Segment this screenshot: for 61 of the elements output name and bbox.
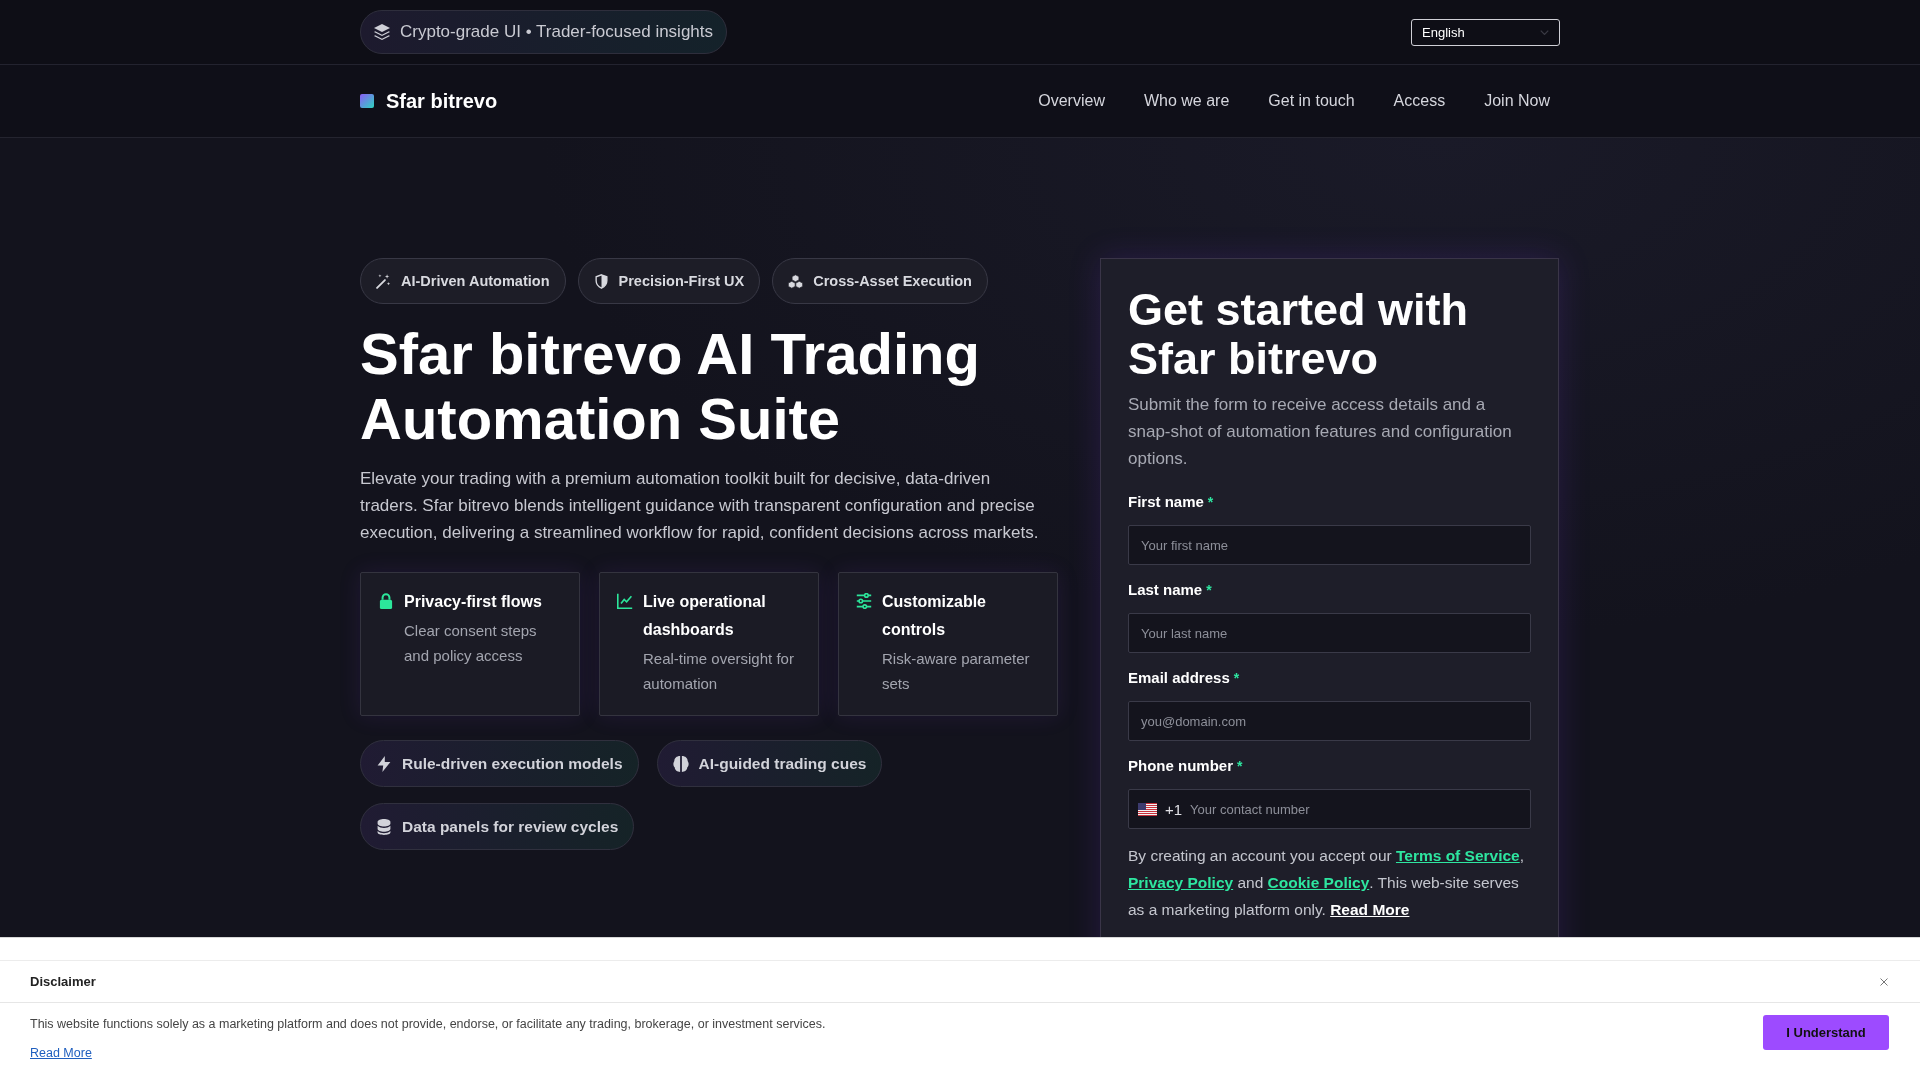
consent-text: By creating an account you accept our Terms of Service, Privacy Policy and Cookie Policy. This web-site serves as a marketing platform only. Read More: [1128, 846, 1526, 920]
logo-icon: [360, 94, 374, 108]
policy-link[interactable]: Privacy Policy: [1128, 874, 1234, 891]
required-mark: *: [1237, 757, 1243, 776]
policy-link[interactable]: Terms of Service: [1395, 847, 1520, 864]
database-icon: [376, 818, 392, 835]
dial-code: +1: [1165, 800, 1183, 818]
line-chart-icon: [617, 593, 633, 609]
feature-description: Real-time oversight for automation: [643, 649, 795, 694]
nav-link[interactable]: Join Now: [1474, 86, 1560, 116]
read-more-link[interactable]: Read More: [1330, 901, 1410, 918]
badge-label: AI-Driven Automation: [401, 273, 550, 289]
feature-description: Clear consent steps and policy access: [404, 621, 538, 666]
nav-link[interactable]: Access: [1383, 86, 1456, 116]
language-select[interactable]: English: [1411, 18, 1560, 46]
required-mark: *: [1207, 493, 1214, 512]
shield-icon: [593, 273, 609, 289]
nav-link[interactable]: Overview: [1028, 86, 1115, 116]
required-mark: *: [1233, 669, 1240, 688]
feature-title: Privacy-first flows: [404, 592, 543, 612]
tagline-text: Crypto-grade UI • Trader-focused insights: [400, 22, 714, 42]
flag-icon[interactable]: [1138, 802, 1157, 816]
brand-name[interactable]: Sfar bitrevo: [386, 89, 498, 113]
policy-link[interactable]: Cookie Policy: [1267, 874, 1370, 891]
wand-sparkles-icon: [376, 273, 391, 289]
brain-icon: [672, 755, 689, 772]
nav-link[interactable]: Get in touch: [1258, 86, 1365, 116]
field-label: Last name: [1128, 580, 1203, 600]
disclaimer-title: Disclaimer: [30, 974, 96, 989]
chip-label: AI-guided trading cues: [698, 754, 867, 773]
email-input[interactable]: you@domain.com: [1128, 701, 1531, 741]
form-title: Get started with Sfar bitrevo: [1128, 285, 1470, 383]
feature-title: Customizable controls: [882, 592, 987, 640]
sliders-icon: [856, 593, 872, 609]
form-subtitle: Submit the form to receive access details and a snap-shot of automation features and configuration options.: [1128, 394, 1513, 470]
field-label: First name: [1128, 492, 1204, 512]
name-input[interactable]: Your first name: [1128, 525, 1531, 565]
hero-description: Elevate your trading with a premium automation toolkit built for decisive, data-driven traders. Sfar bitrevo blends intelligent guidance with transparent configuration and precise execution, delivering a streamlined workflow for rapid, confident decisions across markets.: [360, 468, 1040, 544]
disclaimer-text: This website functions solely as a marketing platform and does not provide, endorse, or facilitate any trading, brokerage, or investment services.: [30, 1016, 826, 1032]
chevron-down-icon: [1540, 29, 1549, 35]
lightning-bolt-icon: [376, 755, 392, 772]
phone-number-input[interactable]: Your contact number: [1190, 801, 1521, 817]
read-more-link[interactable]: Read More: [30, 1045, 92, 1061]
cubes-icon: [788, 273, 804, 289]
chip-label: Data panels for review cycles: [402, 817, 619, 836]
feature-title: Live operational dashboards: [643, 592, 767, 640]
name-input[interactable]: Your last name: [1128, 613, 1531, 653]
understand-button[interactable]: I Understand: [1763, 1015, 1889, 1050]
close-icon[interactable]: [1880, 977, 1888, 986]
layers-icon: [374, 24, 390, 40]
badge-label: Cross-Asset Execution: [813, 273, 972, 289]
feature-description: Risk-aware parameter sets: [882, 649, 1031, 694]
nav-link[interactable]: Who we are: [1133, 86, 1240, 116]
required-mark: *: [1206, 581, 1212, 600]
phone-field[interactable]: +1 Your contact number: [1128, 789, 1531, 829]
badge-label: Precision-First UX: [618, 273, 745, 289]
field-label: Phone number: [1128, 756, 1233, 776]
lock-icon: [378, 593, 394, 609]
hero-title: Sfar bitrevo AI Trading Automation Suite: [360, 321, 981, 451]
field-label: Email address: [1128, 668, 1230, 688]
chip-label: Rule-driven execution models: [402, 754, 623, 773]
